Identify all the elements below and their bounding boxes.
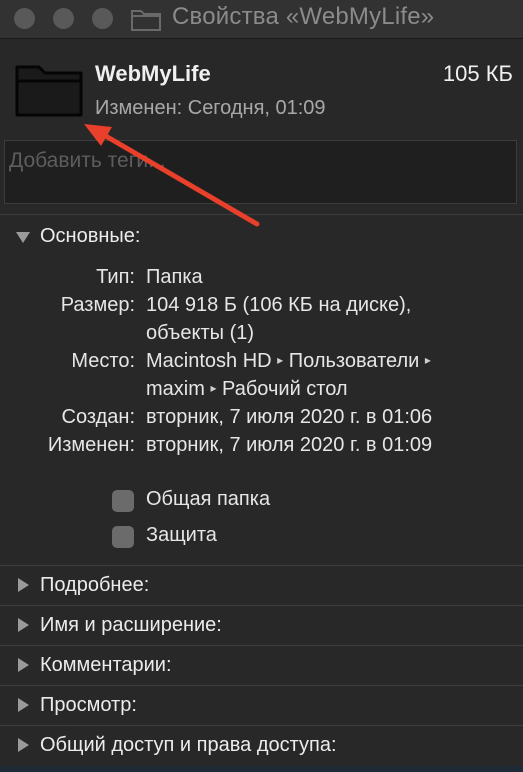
divider [0, 214, 523, 215]
info-value: Macintosh HD ▸ Пользователи ▸ [146, 350, 431, 373]
file-modified: Изменен: Сегодня, 01:09 [95, 97, 326, 119]
section-general-label: Основные: [40, 225, 141, 247]
tags-input[interactable] [9, 147, 509, 175]
file-header: WebMyLife 105 КБ Изменен: Сегодня, 01:09 [0, 39, 523, 139]
file-size: 105 КБ [442, 61, 513, 86]
path-separator-icon: ▸ [277, 353, 284, 367]
disclosure-triangle-right-icon[interactable] [18, 658, 29, 672]
info-value: Папка [146, 266, 203, 288]
path-segment: Рабочий стол [222, 378, 348, 400]
zoom-window-button[interactable] [92, 8, 113, 29]
divider [0, 605, 523, 606]
disclosure-triangle-right-icon[interactable] [18, 578, 29, 592]
path-segment: Macintosh HD [146, 350, 272, 372]
section-label: Имя и расширение: [40, 614, 222, 636]
info-value: объекты (1) [146, 322, 255, 344]
path-separator-icon: ▸ [210, 381, 217, 395]
path-segment: maxim [146, 378, 205, 400]
path-segment: Пользователи [288, 350, 420, 372]
section-label: Просмотр: [40, 694, 137, 716]
window-title: Свойства «WebMyLife» [172, 3, 435, 30]
divider [0, 685, 523, 686]
section-label: Подробнее: [40, 574, 150, 596]
info-row-type: Тип: Папка [0, 266, 523, 294]
section-label: Общий доступ и права доступа: [40, 734, 337, 756]
info-key: Создан: [61, 406, 135, 428]
close-window-button[interactable] [14, 8, 35, 29]
divider [0, 725, 523, 726]
section-comments[interactable]: Комментарии: [0, 651, 523, 683]
section-general[interactable]: Основные: [0, 222, 523, 254]
section-more-info[interactable]: Подробнее: [0, 571, 523, 603]
section-preview[interactable]: Просмотр: [0, 691, 523, 723]
window-bottom-edge [0, 766, 523, 772]
folder-icon [15, 65, 83, 117]
tags-field[interactable] [4, 140, 517, 204]
section-label: Комментарии: [40, 654, 172, 676]
locked-checkbox[interactable] [112, 526, 134, 548]
disclosure-triangle-right-icon[interactable] [18, 738, 29, 752]
info-key: Место: [71, 350, 135, 372]
info-key: Размер: [60, 294, 135, 316]
shared-folder-label: Общая папка [146, 488, 271, 510]
info-value: maxim ▸ Рабочий стол [146, 378, 348, 401]
file-name: WebMyLife [95, 61, 211, 86]
section-name-extension[interactable]: Имя и расширение: [0, 611, 523, 643]
minimize-window-button[interactable] [53, 8, 74, 29]
info-row-location-cont: maxim ▸ Рабочий стол [0, 378, 523, 406]
disclosure-triangle-right-icon[interactable] [18, 698, 29, 712]
info-value: 104 918 Б (106 КБ на диске), [146, 294, 412, 316]
info-key: Тип: [96, 266, 135, 288]
info-value: вторник, 7 июля 2020 г. в 01:06 [146, 406, 433, 428]
info-row-size: Размер: 104 918 Б (106 КБ на диске), [0, 294, 523, 322]
info-row-location: Место: Macintosh HD ▸ Пользователи ▸ [0, 350, 523, 378]
disclosure-triangle-down-icon[interactable] [16, 232, 30, 243]
locked-label: Защита [146, 524, 217, 546]
info-key: Изменен: [47, 434, 135, 456]
folder-icon [131, 10, 161, 31]
divider [0, 565, 523, 566]
info-row-modified: Изменен: вторник, 7 июля 2020 г. в 01:09 [0, 434, 523, 462]
info-value: вторник, 7 июля 2020 г. в 01:09 [146, 434, 433, 456]
section-sharing-permissions[interactable]: Общий доступ и права доступа: [0, 731, 523, 763]
info-row-size-cont: объекты (1) [0, 322, 523, 350]
title-bar: Свойства «WebMyLife» [0, 0, 523, 39]
shared-folder-checkbox[interactable] [112, 490, 134, 512]
disclosure-triangle-right-icon[interactable] [18, 618, 29, 632]
path-separator-icon: ▸ [424, 353, 431, 367]
divider [0, 645, 523, 646]
info-row-created: Создан: вторник, 7 июля 2020 г. в 01:06 [0, 406, 523, 434]
